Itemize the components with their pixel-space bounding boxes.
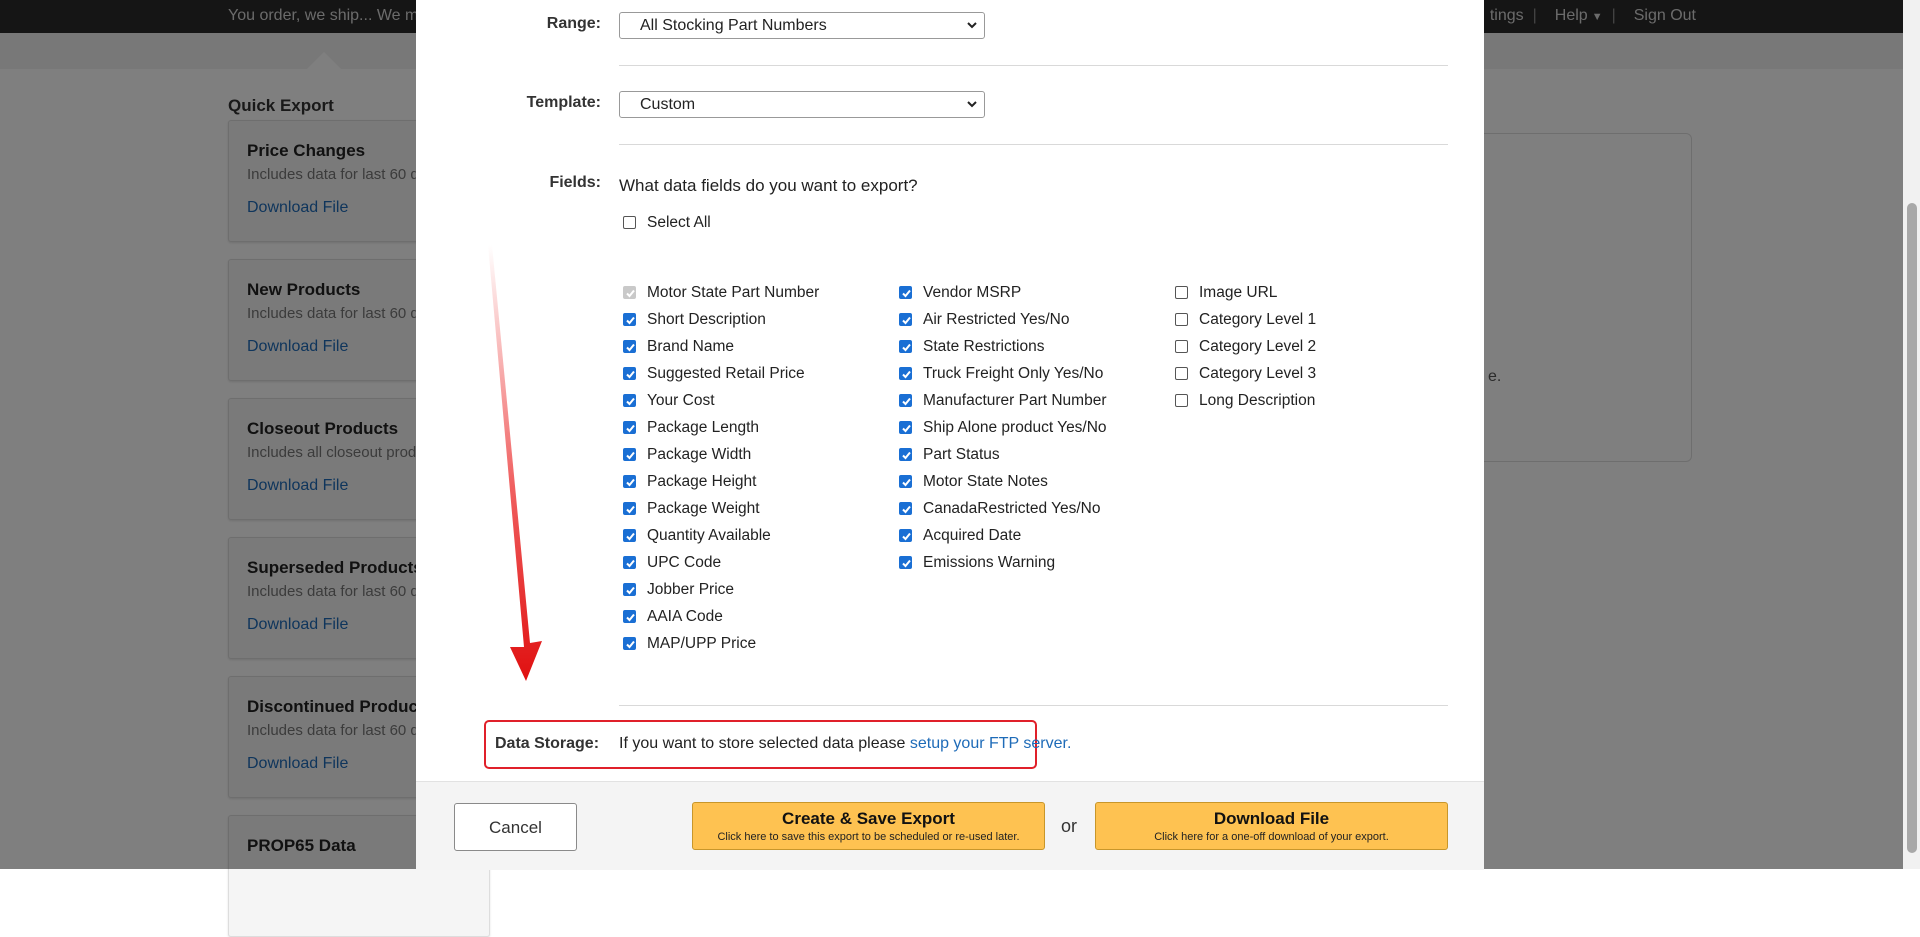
field-checkbox[interactable] (1175, 286, 1188, 299)
field-label: Vendor MSRP (923, 284, 1022, 301)
field-checkbox (623, 286, 636, 299)
field-checkbox[interactable] (899, 556, 912, 569)
chevron-down-icon (967, 22, 977, 29)
or-text: or (1061, 816, 1078, 836)
field-label: Motor State Part Number (647, 284, 820, 301)
cancel-button[interactable]: Cancel (454, 803, 577, 851)
data-storage-message: If you want to store selected data pleas… (619, 735, 910, 752)
field-checkbox[interactable] (1175, 367, 1188, 380)
field-checkbox[interactable] (899, 475, 912, 488)
field-label: Suggested Retail Price (647, 365, 805, 382)
scrollbar[interactable] (1903, 0, 1920, 869)
field-label: CanadaRestricted Yes/No (923, 500, 1101, 517)
field-checkbox[interactable] (623, 583, 636, 596)
field-label: Air Restricted Yes/No (923, 311, 1070, 328)
field-checkbox[interactable] (1175, 394, 1188, 407)
field-label: Brand Name (647, 338, 735, 355)
divider (619, 65, 1448, 66)
data-storage-label: Data Storage: (495, 735, 600, 752)
fields-label: Fields: (549, 174, 601, 191)
field-label: Quantity Available (647, 527, 771, 544)
field-checkbox[interactable] (623, 394, 636, 407)
field-label: Image URL (1199, 284, 1278, 301)
divider (619, 144, 1448, 145)
setup-ftp-link[interactable]: setup your FTP server. (910, 735, 1072, 752)
field-checkbox[interactable] (623, 502, 636, 515)
create-save-export-button[interactable]: Create & Save Export Click here to save … (692, 802, 1045, 850)
field-checkbox[interactable] (623, 340, 636, 353)
field-label: Short Description (647, 311, 766, 328)
field-label: Package Length (647, 419, 760, 436)
field-label: UPC Code (647, 554, 722, 571)
field-checkbox[interactable] (899, 448, 912, 461)
download-file-subtitle: Click here for a one-off download of you… (1154, 831, 1389, 843)
download-file-title: Download File (1213, 809, 1330, 828)
scrollbar-thumb[interactable] (1907, 203, 1917, 853)
create-save-export-subtitle: Click here to save this export to be sch… (717, 831, 1020, 843)
field-checkbox[interactable] (899, 367, 912, 380)
modal-footer: Cancel Create & Save Export Click here t… (416, 781, 1484, 870)
select-all-checkbox[interactable] (623, 216, 636, 229)
field-label: Acquired Date (923, 527, 1022, 544)
field-checkbox[interactable] (623, 475, 636, 488)
field-label: Category Level 2 (1199, 338, 1317, 355)
field-checkbox[interactable] (623, 313, 636, 326)
field-checkbox[interactable] (899, 529, 912, 542)
field-label: Your Cost (647, 392, 715, 409)
field-checkbox[interactable] (1175, 340, 1188, 353)
field-checkbox[interactable] (899, 394, 912, 407)
create-save-export-title: Create & Save Export (782, 809, 955, 828)
field-label: Category Level 3 (1199, 365, 1317, 382)
field-checkbox[interactable] (623, 529, 636, 542)
field-checkbox[interactable] (623, 421, 636, 434)
range-select-value: All Stocking Part Numbers (640, 17, 827, 34)
field-label: Motor State Notes (923, 473, 1048, 490)
field-label: Part Status (923, 446, 1000, 463)
field-label: Package Width (647, 446, 752, 463)
field-checkbox[interactable] (623, 367, 636, 380)
field-checkbox[interactable] (623, 637, 636, 650)
field-label: AAIA Code (647, 608, 723, 625)
field-checkbox[interactable] (899, 286, 912, 299)
fields-question: What data fields do you want to export? (619, 176, 918, 195)
field-label: Manufacturer Part Number (923, 392, 1107, 409)
template-select[interactable]: Custom (619, 91, 985, 118)
template-select-value: Custom (640, 96, 696, 113)
field-label: Package Weight (647, 500, 760, 517)
divider (619, 705, 1448, 706)
field-label: Emissions Warning (923, 554, 1056, 571)
export-modal: Range: All Stocking Part Numbers Templat… (416, 0, 1484, 870)
field-label: MAP/UPP Price (647, 635, 757, 652)
template-label: Template: (526, 94, 601, 111)
field-checkbox[interactable] (1175, 313, 1188, 326)
field-label: Ship Alone product Yes/No (923, 419, 1107, 436)
field-checkbox[interactable] (899, 313, 912, 326)
field-checkbox[interactable] (623, 448, 636, 461)
field-label: State Restrictions (923, 338, 1045, 355)
select-all-label: Select All (647, 214, 711, 231)
chevron-down-icon (967, 101, 977, 108)
field-label: Category Level 1 (1199, 311, 1317, 328)
field-checkbox[interactable] (899, 421, 912, 434)
field-checkbox[interactable] (623, 556, 636, 569)
range-label: Range: (546, 15, 601, 32)
field-label: Truck Freight Only Yes/No (923, 365, 1104, 382)
range-select[interactable]: All Stocking Part Numbers (619, 12, 985, 39)
field-label: Package Height (647, 473, 757, 490)
field-checkbox[interactable] (623, 610, 636, 623)
field-label: Long Description (1199, 392, 1316, 409)
download-file-button[interactable]: Download File Click here for a one-off d… (1095, 802, 1448, 850)
field-label: Jobber Price (647, 581, 735, 598)
data-storage-text: If you want to store selected data pleas… (619, 735, 1071, 753)
red-arrow-annotation (488, 245, 542, 681)
field-checkbox[interactable] (899, 502, 912, 515)
field-checkbox[interactable] (899, 340, 912, 353)
